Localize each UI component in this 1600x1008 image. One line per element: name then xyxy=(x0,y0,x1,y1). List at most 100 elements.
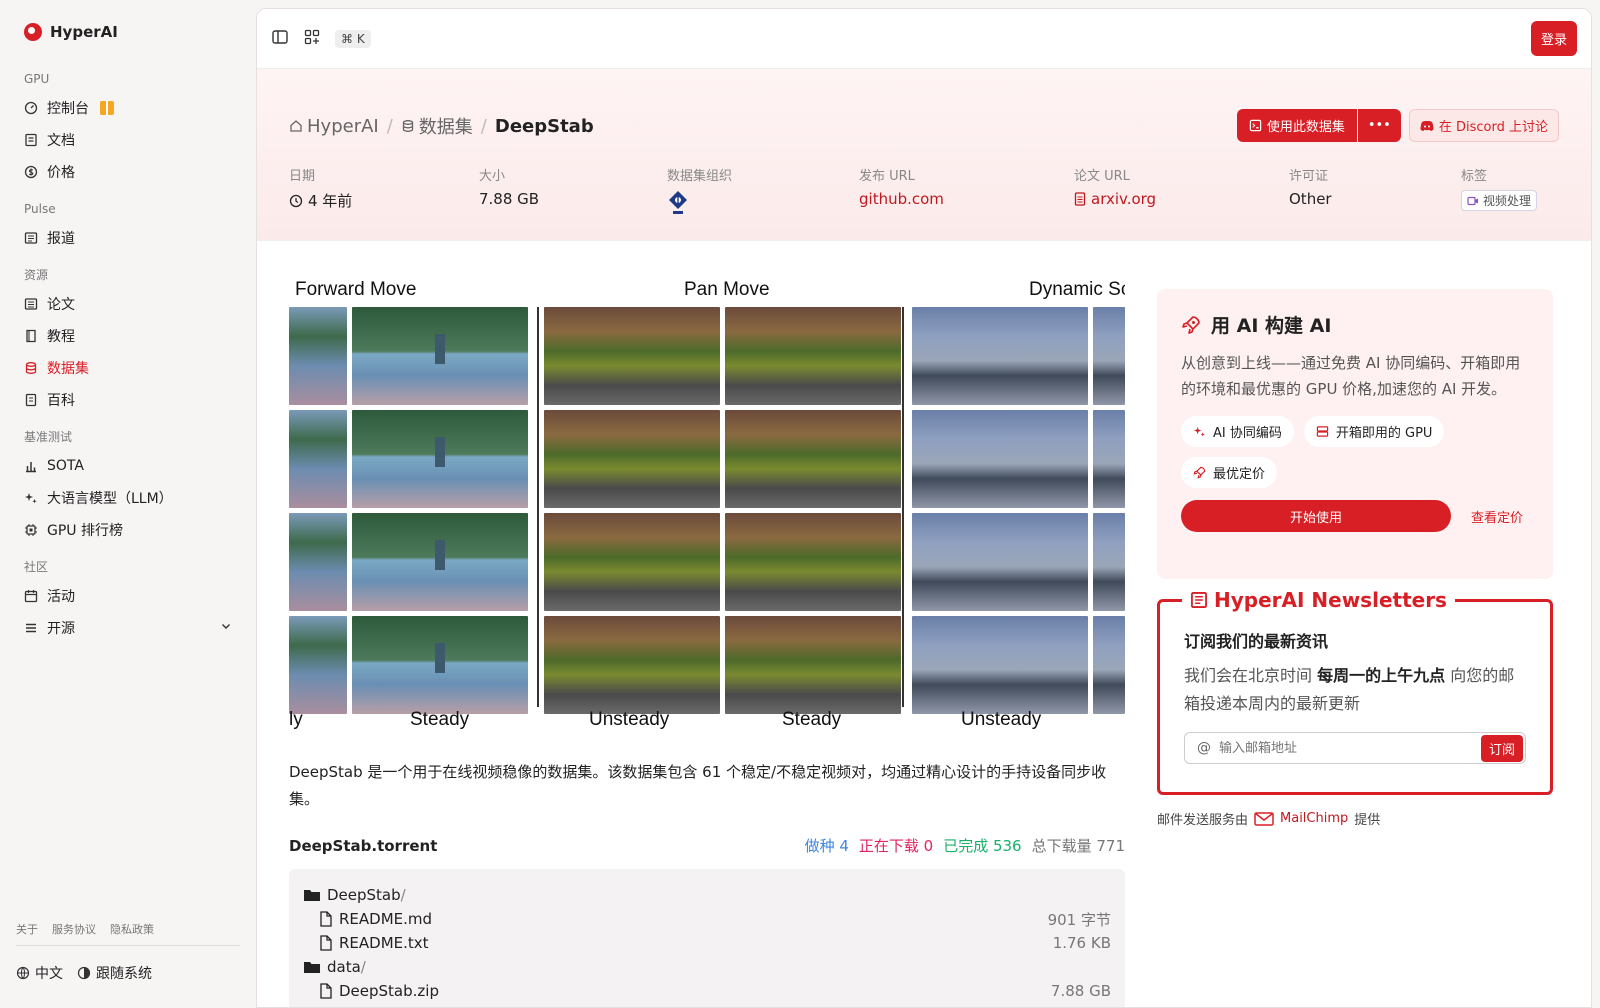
promo-text: 从创意到上线——通过免费 AI 协同编码、开箱即用的环境和最优惠的 GPU 价格… xyxy=(1181,354,1521,398)
sidebar-item-label: 活动 xyxy=(47,589,75,605)
mailchimp-link[interactable]: MailChimp xyxy=(1280,811,1348,826)
file-tree-file[interactable]: README.txt 1.76 KB xyxy=(303,931,1111,955)
breadcrumb-home[interactable]: HyperAI xyxy=(289,116,379,137)
promo-features: AI 协同编码 开箱即用的 GPU 最优定价 xyxy=(1181,416,1529,488)
organization-logo-icon[interactable] xyxy=(667,190,689,216)
rocket-icon xyxy=(1182,315,1200,334)
apps-icon[interactable] xyxy=(303,28,321,50)
meta-date-value: 4 年前 xyxy=(308,192,353,210)
chevron-down-icon[interactable] xyxy=(220,620,232,636)
promo-title: 用 AI 构建 AI xyxy=(1211,315,1332,337)
sidebar-item-label: SOTA xyxy=(47,458,84,474)
meta-license-label: 许可证 xyxy=(1289,169,1329,184)
preview-frame xyxy=(725,307,901,405)
book-icon xyxy=(24,329,38,343)
sidebar-item-papers[interactable]: 论文 xyxy=(16,288,240,320)
file-tree-file[interactable]: DeepStab.zip 7.88 GB xyxy=(303,979,1111,1003)
get-started-button[interactable]: 开始使用 xyxy=(1181,500,1451,532)
list-icon xyxy=(24,621,38,635)
sidebar-item-tutorials[interactable]: 教程 xyxy=(16,320,240,352)
file-tree-folder[interactable]: DeepStab/ xyxy=(303,883,1111,907)
sidebar-item-label: 控制台 xyxy=(47,101,89,117)
subscribe-form: @ 订阅 xyxy=(1184,732,1526,764)
sidebar-item-wiki[interactable]: 百科 xyxy=(16,384,240,416)
preview-header: Dynamic Sc xyxy=(1029,279,1125,300)
sidebar-item-docs[interactable]: 文档 xyxy=(16,124,240,156)
language-switch[interactable]: 中文 xyxy=(16,963,63,983)
sidebar-item-llm[interactable]: 大语言模型（LLM） xyxy=(16,482,240,514)
preview-frame xyxy=(1093,513,1125,611)
paper-url-link[interactable]: arxiv.org xyxy=(1091,190,1156,208)
mail-icon xyxy=(1254,811,1274,826)
file-tree-folder[interactable]: data/ xyxy=(303,955,1111,979)
file-name: README.txt xyxy=(339,934,429,952)
dollar-icon xyxy=(24,165,38,179)
terms-link[interactable]: 服务协议 xyxy=(52,921,96,937)
sidebar-item-datasets[interactable]: 数据集 xyxy=(16,352,240,384)
privacy-link[interactable]: 隐私政策 xyxy=(110,921,154,937)
meta-org: 数据集组织 xyxy=(667,165,732,216)
sidebar-item-pricing[interactable]: 价格 xyxy=(16,156,240,188)
about-link[interactable]: 关于 xyxy=(16,921,38,937)
torrent-name[interactable]: DeepStab.torrent xyxy=(289,837,437,855)
more-actions-button[interactable]: ••• xyxy=(1356,109,1401,142)
dataset-description: DeepStab 是一个用于在线视频稳像的数据集。该数据集包含 61 个稳定/不… xyxy=(289,763,1107,808)
theme-switch[interactable]: 跟随系统 xyxy=(77,963,152,983)
sidebar-toggle-icon[interactable] xyxy=(271,28,289,50)
breadcrumb-separator: / xyxy=(386,115,393,137)
sidebar-item-open-source[interactable]: 开源 xyxy=(16,612,240,644)
search-shortcut[interactable]: ⌘ K xyxy=(335,29,371,48)
nav-group-pulse: Pulse xyxy=(24,202,56,216)
sidebar-item-label: 百科 xyxy=(47,393,75,409)
login-button[interactable]: 登录 xyxy=(1530,21,1577,56)
logo[interactable]: HyperAI xyxy=(16,0,240,64)
tag-video-processing[interactable]: 视频处理 xyxy=(1461,190,1538,211)
preview-divider xyxy=(537,307,539,707)
sidebar-item-label: 教程 xyxy=(47,329,75,345)
sidebar-item-reports[interactable]: 报道 xyxy=(16,222,240,254)
preview-frame xyxy=(912,513,1088,611)
meta-paper-url-label: 论文 URL xyxy=(1074,169,1130,184)
sparkles-icon xyxy=(1193,426,1205,437)
downloading-count: 正在下载 0 xyxy=(858,837,934,855)
sidebar-item-sota[interactable]: SOTA xyxy=(16,450,240,482)
document-icon xyxy=(1074,192,1086,206)
preview-footer: Steady xyxy=(782,709,842,730)
breadcrumb-section[interactable]: 数据集 xyxy=(401,113,473,139)
paper-icon xyxy=(24,297,38,311)
calendar-icon xyxy=(24,589,38,603)
file-tree-file[interactable]: README.md 901 字节 xyxy=(303,907,1111,931)
rocket-icon xyxy=(1193,466,1206,479)
file-icon xyxy=(320,935,332,951)
preview-frame xyxy=(289,513,347,611)
sidebar-item-console[interactable]: 控制台 xyxy=(16,92,240,124)
meta-date: 日期 4 年前 xyxy=(289,165,352,211)
preview-frame xyxy=(1093,616,1125,714)
newsletter-card: HyperAI Newsletters 订阅我们的最新资讯 我们会在北京时间 每… xyxy=(1157,588,1553,795)
meta-org-label: 数据集组织 xyxy=(667,169,733,184)
dataset-meta: 日期 4 年前 大小 7.88 GB 数据集组织 发布 URL github.c… xyxy=(289,165,1559,217)
sidebar-item-label: 价格 xyxy=(47,165,75,181)
preview-header: Pan Move xyxy=(684,279,770,300)
preview-frame xyxy=(544,307,720,405)
clock-icon xyxy=(289,194,303,207)
release-url-link[interactable]: github.com xyxy=(859,190,944,208)
subscribe-button[interactable]: 订阅 xyxy=(1480,734,1523,762)
discord-button[interactable]: 在 Discord 上讨论 xyxy=(1408,109,1559,142)
view-pricing-link[interactable]: 查看定价 xyxy=(1471,507,1523,526)
sidebar-item-events[interactable]: 活动 xyxy=(16,580,240,612)
document-icon xyxy=(24,133,38,147)
sidebar-item-gpu-rank[interactable]: GPU 排行榜 xyxy=(16,514,240,546)
breadcrumb-home-label: HyperAI xyxy=(307,115,379,137)
dataset-header: HyperAI / 数据集 / DeepStab 使用此数据集 ••• 在 Di… xyxy=(257,69,1591,241)
meta-paper-url: 论文 URL arxiv.org xyxy=(1074,165,1156,208)
content: Forward Move Pan Move Dynamic Sc ly Stea… xyxy=(257,249,1591,1007)
preview-footer: Steady xyxy=(410,709,470,730)
nav-group-bench: 基准测试 xyxy=(24,430,73,444)
use-dataset-button[interactable]: 使用此数据集 xyxy=(1236,109,1357,142)
theme-icon xyxy=(77,966,91,980)
email-input[interactable] xyxy=(1219,740,1473,756)
preview-frame xyxy=(1093,410,1125,508)
meta-size-value: 7.88 GB xyxy=(479,190,540,208)
meta-license-value: Other xyxy=(1289,190,1332,208)
